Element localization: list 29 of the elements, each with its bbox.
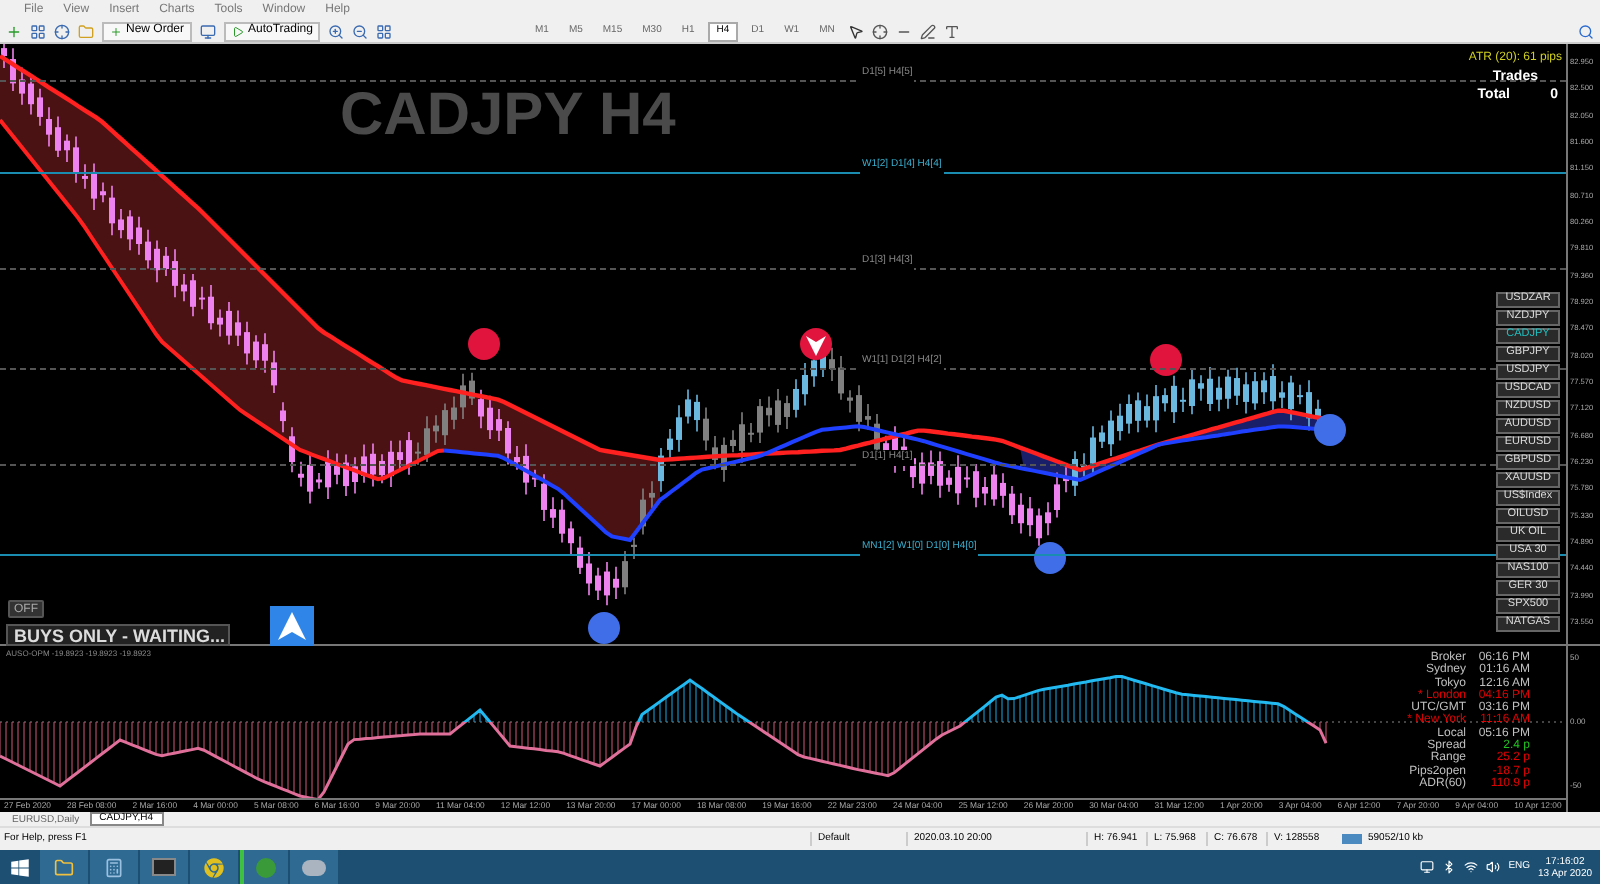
app-icon[interactable] — [152, 858, 176, 876]
bluetooth-icon[interactable] — [1442, 860, 1457, 874]
crosshair-icon[interactable] — [872, 23, 889, 39]
volume-icon[interactable] — [1486, 860, 1501, 874]
status-banner: BUYS ONLY - WAITING... — [6, 624, 230, 646]
text-tool-icon[interactable] — [944, 23, 961, 39]
profiles-icon[interactable] — [30, 23, 46, 39]
tile-windows-icon[interactable] — [376, 23, 393, 39]
network-icon[interactable] — [1464, 860, 1479, 874]
buy-signal-dot — [588, 612, 620, 644]
chrome-icon[interactable] — [204, 857, 224, 877]
start-icon[interactable] — [10, 857, 30, 877]
calculator-icon[interactable] — [104, 857, 124, 877]
crosshair-icon[interactable] — [54, 23, 70, 39]
zoom-in-icon[interactable] — [328, 23, 345, 39]
plus-icon — [110, 25, 122, 37]
sell-signal-dot — [1150, 344, 1182, 376]
terminal-icon[interactable] — [200, 23, 217, 39]
zoom-out-icon[interactable] — [352, 23, 369, 39]
search-icon[interactable] — [1578, 23, 1594, 39]
file-explorer-icon[interactable] — [54, 857, 74, 877]
play-icon — [232, 25, 245, 37]
trendline-icon[interactable] — [920, 23, 937, 39]
buy-signal-dot — [1314, 414, 1346, 446]
sell-signal-dot — [468, 328, 500, 360]
app-icon[interactable] — [302, 859, 326, 875]
chart-symbol-title: CADJPY H4 — [340, 86, 676, 146]
cursor-icon[interactable] — [848, 23, 865, 39]
buy-signal-dot — [1034, 542, 1066, 574]
